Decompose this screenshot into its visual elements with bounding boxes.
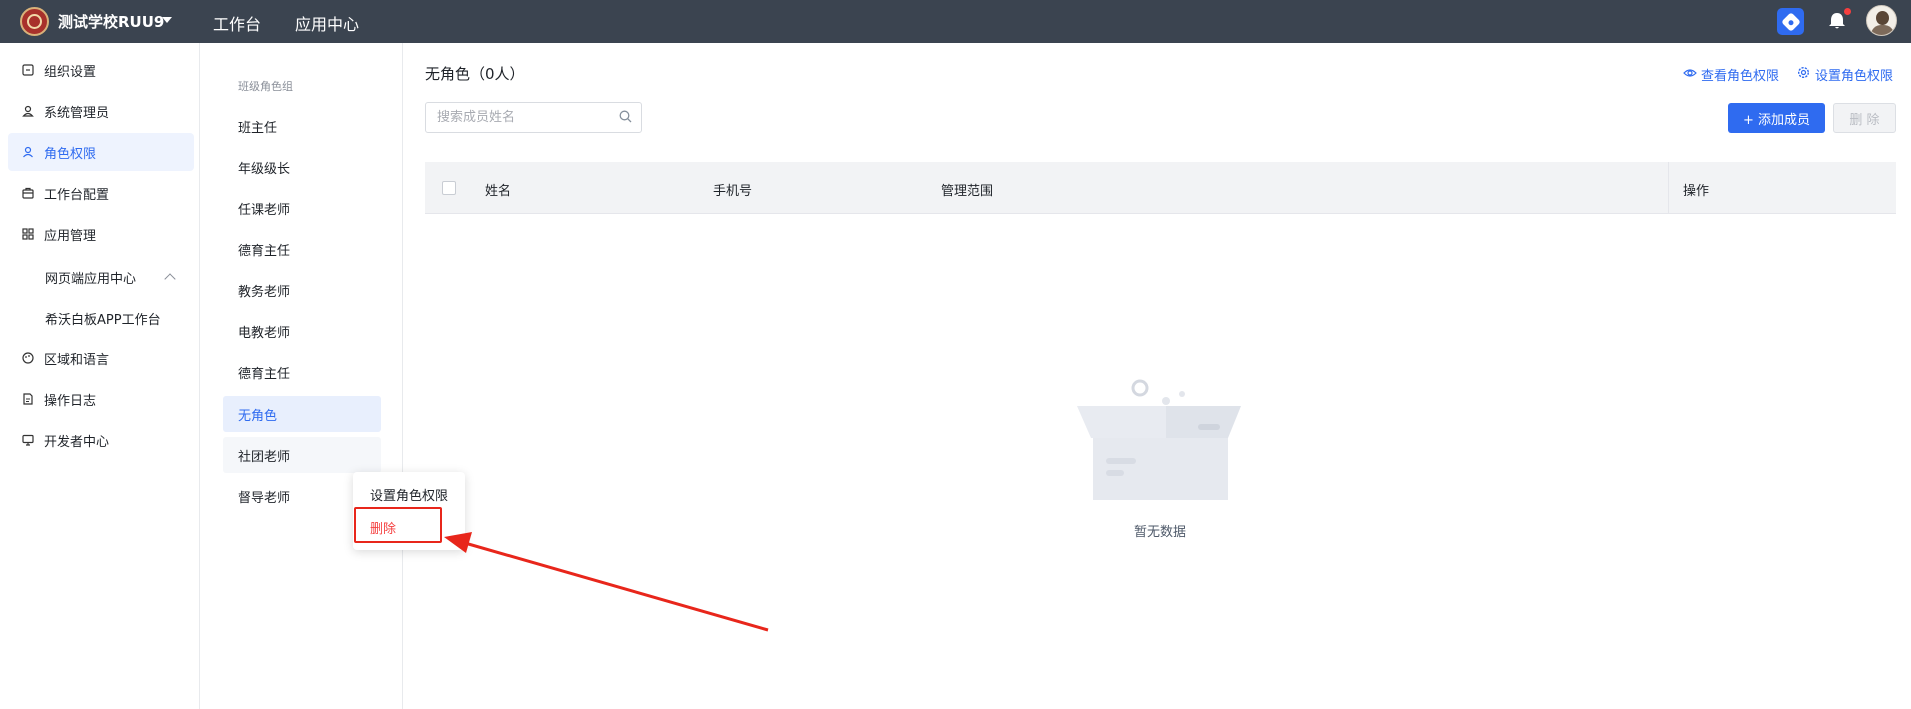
column-header-phone: 手机号 (713, 184, 753, 199)
delete-button[interactable]: 删 除 (1833, 103, 1896, 133)
user-avatar[interactable] (1866, 5, 1897, 36)
role-item[interactable]: 德育主任 (223, 231, 381, 267)
sidebar-item-workbench-config[interactable]: 工作台配置 (8, 174, 194, 212)
role-user-icon (23, 146, 33, 158)
search-member-input[interactable] (425, 102, 642, 133)
sidebar-item-label: 操作日志 (44, 393, 97, 409)
role-group-title: 班级角色组 (238, 80, 293, 93)
add-member-button[interactable]: + 添加成员 (1728, 103, 1825, 133)
role-item[interactable]: 教务老师 (223, 272, 381, 308)
view-role-permission-link[interactable]: 查看角色权限 (1701, 65, 1779, 84)
select-all-checkbox[interactable] (442, 181, 456, 195)
role-item[interactable]: 电教老师 (223, 313, 381, 349)
chevron-up-icon[interactable] (164, 273, 176, 285)
org-settings-icon (22, 64, 34, 76)
caret-down-icon[interactable] (162, 17, 172, 23)
nav-workbench[interactable]: 工作台 (213, 11, 261, 35)
sidebar-item-operation-log[interactable]: 操作日志 (8, 380, 194, 418)
column-header-name: 姓名 (485, 184, 512, 199)
briefcase-icon (22, 187, 34, 199)
role-item[interactable]: 德育主任 (223, 354, 381, 390)
gear-icon[interactable] (1797, 66, 1810, 79)
top-navigation-bar: 测试学校RUU9 工作台 应用中心 (0, 0, 1911, 43)
sidebar-item-label: 系统管理员 (44, 105, 110, 121)
context-menu-set-permission[interactable]: 设置角色权限 (370, 485, 448, 504)
notification-dot (1844, 8, 1851, 15)
sidebar: 组织设置 系统管理员 角色权限 工作台配置 应用管理 网页端应用中心 希沃白板A… (0, 43, 200, 709)
sidebar-item-region-language[interactable]: 区域和语言 (8, 339, 194, 377)
search-icon[interactable] (619, 110, 632, 123)
sidebar-item-developer-center[interactable]: 开发者中心 (8, 421, 194, 459)
hexagon-app-icon[interactable] (1777, 8, 1804, 35)
sidebar-item-org-settings[interactable]: 组织设置 (8, 51, 194, 89)
page-title: 无角色（0人） (425, 65, 525, 83)
sidebar-item-role-permission[interactable]: 角色权限 (8, 133, 194, 171)
role-group-panel: 班级角色组 班主任 年级级长 任课老师 德育主任 教务老师 电教老师 德育主任 … (201, 43, 403, 709)
sidebar-subitem-seewo-app-workbench[interactable]: 希沃白板APP工作台 (45, 309, 161, 328)
sidebar-item-label: 应用管理 (44, 228, 97, 244)
empty-box-illustration (1077, 379, 1241, 500)
sidebar-subitem-web-app-center[interactable]: 网页端应用中心 (45, 268, 136, 287)
sidebar-item-system-admin[interactable]: 系统管理员 (8, 92, 194, 130)
monitor-dev-icon (22, 434, 34, 446)
sidebar-item-label: 组织设置 (44, 64, 97, 80)
role-item-active[interactable]: 无角色 (223, 396, 381, 432)
role-item[interactable]: 年级级长 (223, 149, 381, 185)
sidebar-item-label: 工作台配置 (44, 187, 110, 203)
eye-icon[interactable] (1683, 67, 1697, 79)
empty-state-text: 暂无数据 (1134, 525, 1187, 540)
annotation-highlight-box (354, 507, 442, 543)
globe-palette-icon (22, 352, 34, 364)
table-header: 姓名 手机号 管理范围 操作 (425, 162, 1896, 214)
role-item[interactable]: 班主任 (223, 108, 381, 144)
role-item[interactable]: 社团老师 (223, 437, 381, 473)
sidebar-item-label: 开发者中心 (44, 434, 110, 450)
school-name[interactable]: 测试学校RUU9 (58, 11, 164, 32)
school-logo[interactable] (20, 7, 49, 36)
grid-apps-icon (22, 228, 34, 240)
column-header-actions: 操作 (1683, 184, 1710, 199)
nav-app-center[interactable]: 应用中心 (295, 11, 359, 35)
column-header-scope: 管理范围 (941, 184, 994, 199)
column-divider (1668, 162, 1669, 214)
set-role-permission-link[interactable]: 设置角色权限 (1815, 65, 1893, 84)
log-file-icon (23, 393, 33, 405)
role-item[interactable]: 任课老师 (223, 190, 381, 226)
sidebar-item-label: 区域和语言 (44, 352, 110, 368)
admin-user-icon (22, 105, 34, 117)
sidebar-item-app-management[interactable]: 应用管理 (8, 215, 194, 253)
sidebar-item-label: 角色权限 (44, 146, 97, 162)
